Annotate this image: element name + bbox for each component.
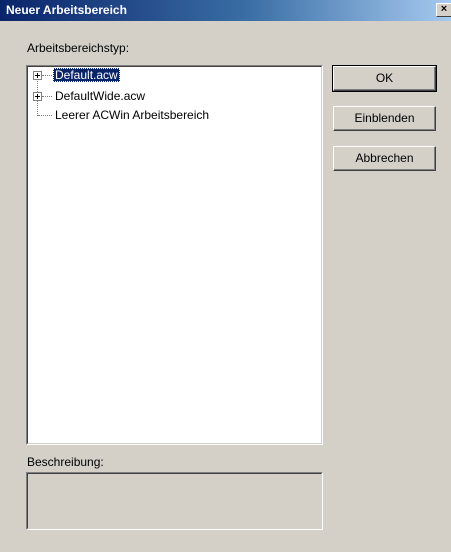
tree-item-label[interactable]: DefaultWide.acw (53, 89, 147, 103)
description-box (26, 472, 323, 530)
ok-button[interactable]: OK (332, 65, 437, 92)
workspace-type-tree[interactable]: Default.acw DefaultWide.acw Leerer ACWin… (26, 65, 323, 445)
tree-item-label[interactable]: Leerer ACWin Arbeitsbereich (53, 108, 211, 122)
close-icon[interactable]: × (436, 3, 451, 17)
expand-icon[interactable] (33, 92, 42, 101)
description-label: Beschreibung: (27, 455, 104, 469)
window-title: Neuer Arbeitsbereich (6, 3, 127, 17)
title-bar[interactable]: Neuer Arbeitsbereich × (0, 0, 451, 21)
workspace-type-label: Arbeitsbereichstyp: (27, 41, 130, 55)
new-workspace-dialog: Neuer Arbeitsbereich × Arbeitsbereichsty… (0, 0, 451, 552)
expand-icon[interactable] (33, 71, 42, 80)
tree-item-label[interactable]: Default.acw (53, 68, 120, 82)
show-button[interactable]: Einblenden (333, 106, 436, 131)
cancel-button[interactable]: Abbrechen (333, 146, 436, 171)
